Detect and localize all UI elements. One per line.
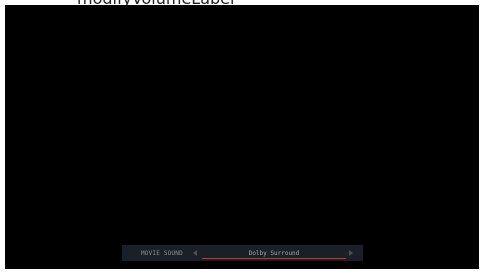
selection-underline <box>202 258 346 259</box>
chevron-left-icon[interactable] <box>193 250 197 256</box>
movie-sound-label: MOVIE SOUND <box>141 250 183 257</box>
movie-sound-selector[interactable]: MOVIE SOUND Dolby Surround <box>122 245 363 261</box>
chevron-right-icon[interactable] <box>349 250 353 256</box>
page: modifyVolumeLabel MOVIE SOUND Dolby Surr… <box>0 0 484 274</box>
movie-sound-value: Dolby Surround <box>248 250 300 257</box>
video-screen <box>5 5 479 269</box>
